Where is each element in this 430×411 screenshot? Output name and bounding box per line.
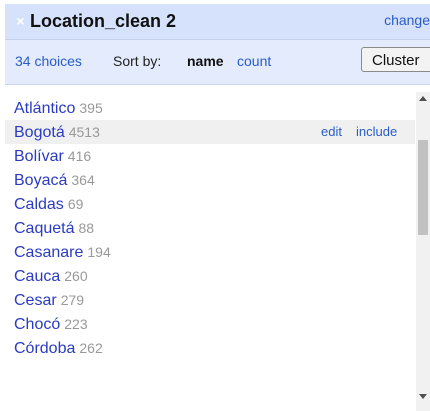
choices-count-link[interactable]: 34 choices [15,53,82,69]
list-item[interactable]: Bolívar 416 [5,144,415,168]
choice-name[interactable]: Chocó [14,316,60,333]
list-item[interactable]: Caldas 69 [5,192,415,216]
sort-by-label: Sort by: [113,53,162,69]
list-item[interactable]: Boyacá 364 [5,168,415,192]
sort-by-name[interactable]: name [187,53,224,69]
choice-count: 88 [78,220,95,236]
choices-list: Atlántico 395 Bogotá 4513 edit include Bol… [5,96,415,360]
choice-name[interactable]: Cauca [14,268,60,285]
list-item[interactable]: Cauca 260 [5,264,415,288]
scrollbar-thumb[interactable] [418,140,428,235]
choice-name[interactable]: Bolívar [14,148,64,165]
choice-name[interactable]: Atlántico [14,100,75,117]
list-item[interactable]: Bogotá 4513 edit include [5,120,415,144]
choice-name[interactable]: Cesar [14,292,57,309]
list-item[interactable]: Casanare 194 [5,240,415,264]
choice-count: 4513 [68,124,100,140]
sort-by-count[interactable]: count [237,53,271,69]
scroll-up-arrow-icon[interactable] [419,96,427,101]
choice-name[interactable]: Córdoba [14,340,75,357]
choice-count: 260 [64,268,88,284]
facet-controls: 34 choices Sort by: name count Cluster [5,40,430,85]
choice-count: 69 [67,196,84,212]
list-item[interactable]: Caquetá 88 [5,216,415,240]
choice-count: 364 [71,172,95,188]
choice-count: 194 [87,244,111,260]
choice-count: 279 [60,292,85,308]
choice-count: 395 [79,100,103,116]
list-item[interactable]: Córdoba 262 [5,336,415,360]
choice-name[interactable]: Caldas [14,196,64,213]
choice-name[interactable]: Casanare [14,244,83,261]
choice-count: 416 [67,148,92,164]
choice-count: 223 [64,316,88,332]
list-item[interactable]: Cesar 279 [5,288,415,312]
facet-title: Location_clean 2 [30,11,177,31]
list-item[interactable]: Atlántico 395 [5,96,415,120]
choice-name[interactable]: Caquetá [14,220,75,237]
list-item[interactable]: Chocó 223 [5,312,415,336]
choice-name[interactable]: Bogotá [14,124,65,141]
scroll-down-arrow-icon[interactable] [419,394,427,399]
change-link[interactable]: change [384,12,430,28]
list-scrollbar[interactable] [416,92,430,411]
choice-name[interactable]: Boyacá [14,172,67,189]
choice-count: 262 [79,340,103,356]
facet-header: × Location_clean 2 change [5,4,430,40]
include-link[interactable]: include [356,120,397,144]
close-icon[interactable]: × [14,14,27,28]
facet-panel: × Location_clean 2 change 34 choices Sor… [5,4,430,411]
cluster-button[interactable]: Cluster [361,47,430,72]
edit-link[interactable]: edit [321,120,342,144]
